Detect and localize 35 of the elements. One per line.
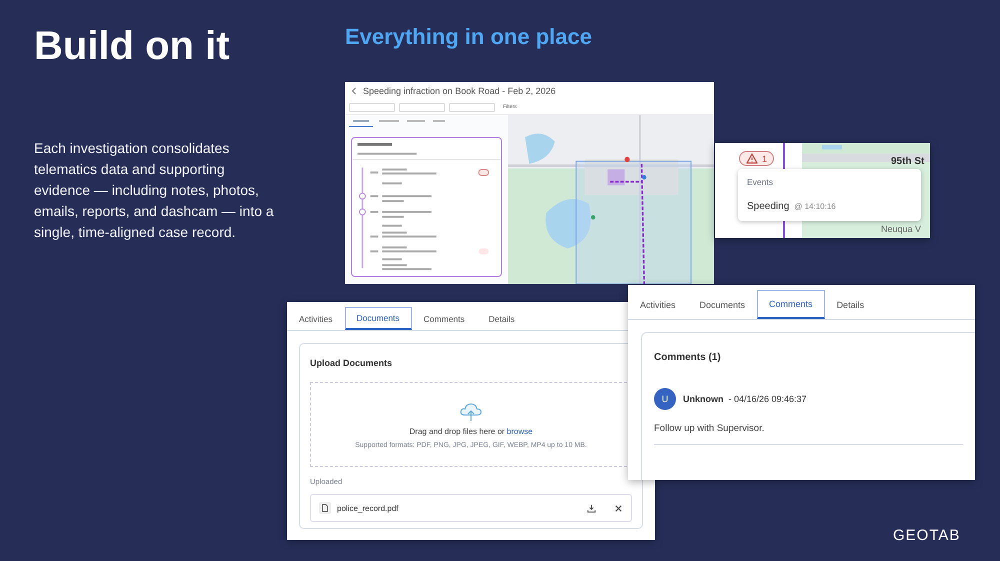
tab[interactable]: Activities: [628, 290, 688, 319]
brand-logo: GEOTAB: [893, 527, 960, 544]
tab[interactable]: Activities: [287, 307, 345, 330]
tab[interactable]: Documents: [688, 290, 758, 319]
street-label: 95th St: [891, 156, 924, 167]
event-name: Speeding: [747, 201, 790, 212]
tab[interactable]: Documents: [344, 307, 412, 330]
event-count: 1: [762, 154, 768, 164]
avatar: U: [654, 388, 676, 410]
cloud-upload-icon: [459, 400, 483, 422]
back-chevron-icon[interactable]: [351, 87, 357, 95]
browse-link[interactable]: browse: [506, 426, 533, 436]
drop-instructions: Drag and drop files here or browse: [409, 426, 533, 436]
event-time: @ 14:10:16: [794, 202, 836, 211]
slide-title: Build on it: [34, 24, 231, 69]
section-title: Upload Documents: [310, 358, 394, 368]
close-icon[interactable]: [614, 504, 623, 512]
comment-author: Unknown: [683, 394, 724, 404]
comment-text: Follow up with Supervisor.: [654, 423, 963, 445]
tooltip-heading: Events: [747, 177, 774, 187]
comment-timestamp: - 04/16/26 09:46:37: [728, 394, 807, 404]
tab[interactable]: Details: [476, 307, 527, 330]
slide-description: Each investigation consolidates telematics data and supporting evidence — including notes, photos, emails, reports, and dashcam — into a single, time-aligned case record.: [34, 139, 274, 242]
street-label: Neuqua V: [881, 224, 922, 234]
download-icon[interactable]: [587, 504, 596, 512]
tab[interactable]: Comments: [757, 290, 825, 319]
comments-heading: Comments (1): [654, 352, 722, 363]
tab[interactable]: Comments: [412, 307, 477, 330]
case-title: Speeding infraction on Book Road - Feb 2, 2026: [363, 86, 556, 96]
file-icon: [319, 502, 331, 514]
section-heading: Everything in one place: [345, 24, 592, 50]
event-count-badge[interactable]: 1: [739, 151, 774, 166]
tab[interactable]: Details: [824, 290, 876, 319]
warning-icon: [746, 153, 758, 164]
file-name: police_record.pdf: [337, 504, 400, 512]
